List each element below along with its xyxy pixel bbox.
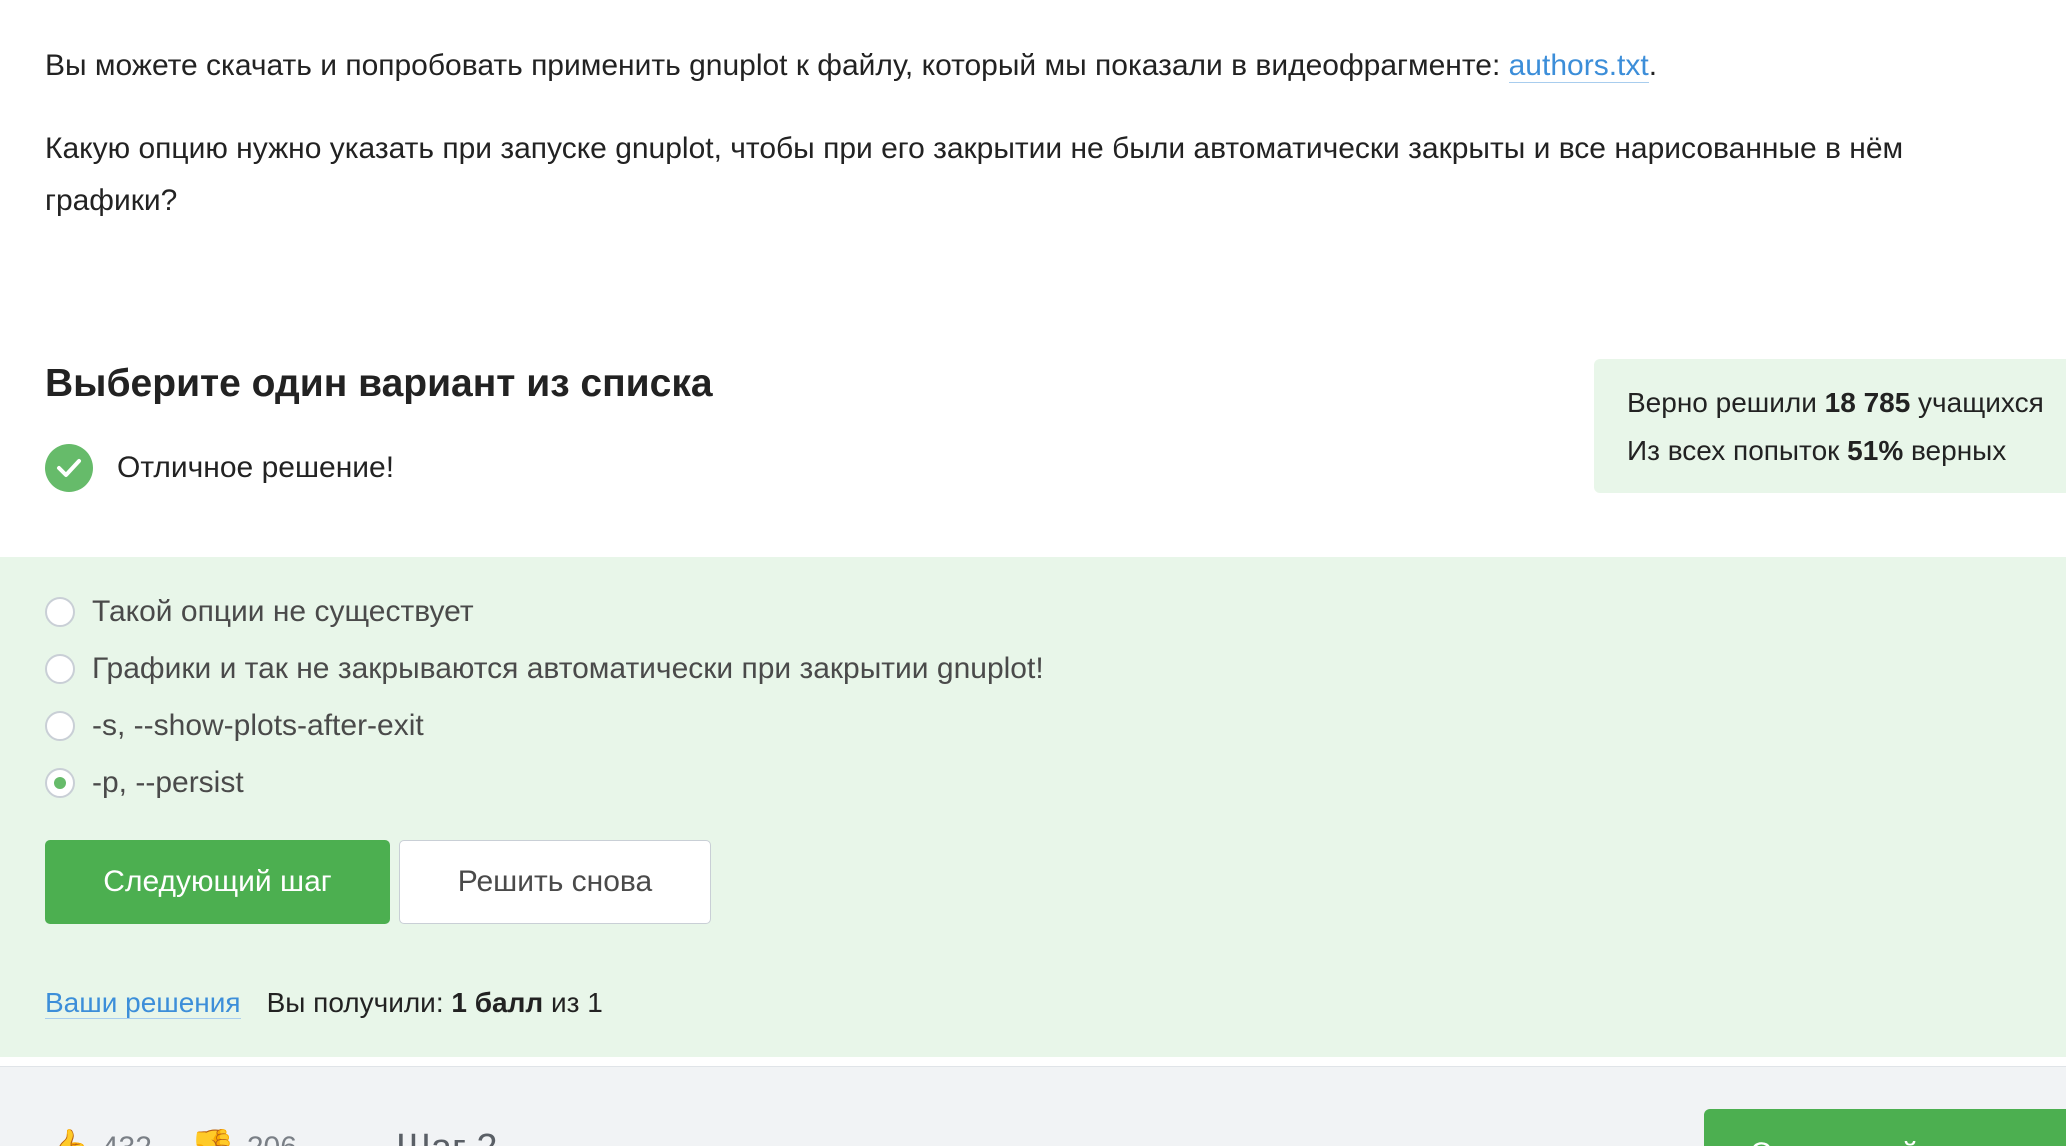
page: Вы можете скачать и попробовать применит… (0, 0, 2066, 1146)
question-line-2: графики? (45, 184, 178, 217)
file-link[interactable]: authors.txt (1508, 49, 1649, 83)
option-label: -p, --persist (92, 765, 244, 799)
option-label: -s, --show-plots-after-exit (92, 708, 424, 742)
score-line: Ваши решения Вы получили: 1 балл из 1 (45, 987, 603, 1019)
next-step-button[interactable]: Следующий шаг (45, 840, 390, 924)
options-list: Такой опции не существует Графики и так … (45, 583, 1044, 811)
radio-button[interactable] (45, 653, 75, 684)
stats-attempts-suffix: верных (1903, 435, 2007, 466)
thumbs-down-icon: 👎 (190, 1127, 235, 1146)
step-text: Вы можете скачать и попробовать применит… (45, 40, 2066, 227)
stats-attempts-prefix: Из всех попыток (1627, 435, 1848, 466)
stats-panel: Верно решили 18 785 учащихся Из всех поп… (1594, 359, 2066, 493)
radio-button[interactable] (45, 596, 75, 627)
dislike-count: 206 (247, 1131, 297, 1146)
score-suffix: из 1 (543, 987, 603, 1018)
score-value: 1 балл (451, 987, 544, 1018)
question-line-1: Какую опцию нужно указать при запуске gn… (45, 132, 1904, 165)
feedback-text: Отличное решение! (117, 451, 395, 484)
option-show-plots-after-exit[interactable]: -s, --show-plots-after-exit (45, 697, 1044, 754)
step-label: Шаг 2 (396, 1127, 498, 1146)
stats-solved: Верно решили 18 785 учащихся (1627, 379, 2066, 427)
radio-button-selected[interactable] (45, 767, 75, 798)
option-label: Графики и так не закрываются автоматичес… (92, 651, 1044, 685)
like-count: 432 (102, 1131, 152, 1146)
score-prefix: Вы получили: (266, 987, 452, 1018)
dislike-button[interactable]: 👎 206 (190, 1127, 297, 1146)
radio-button[interactable] (45, 710, 75, 741)
intro-text: Вы можете скачать и попробовать применит… (45, 49, 1509, 82)
check-circle-icon (45, 444, 93, 492)
question-paragraph: Какую опцию нужно указать при запуске gn… (45, 123, 2066, 227)
stats-solved-count: 18 785 (1824, 387, 1911, 418)
footer-next-step-button[interactable]: Следующий шаг (1704, 1109, 2066, 1146)
solve-again-button[interactable]: Решить снова (399, 840, 711, 924)
step-footer: 👍 432 👎 206 Шаг 2 Следующий шаг (0, 1066, 2066, 1146)
thumbs-up-icon: 👍 (45, 1127, 90, 1146)
stats-attempts-percent: 51% (1847, 435, 1904, 466)
footer-next-label: Следующий шаг (1750, 1137, 1978, 1146)
stats-attempts: Из всех попыток 51% верных (1627, 427, 2066, 475)
answer-area: Такой опции не существует Графики и так … (0, 557, 2066, 1057)
stats-solved-suffix: учащихся (1910, 387, 2044, 418)
like-button[interactable]: 👍 432 (45, 1127, 152, 1146)
your-solutions-link[interactable]: Ваши решения (45, 987, 241, 1019)
intro-paragraph: Вы можете скачать и попробовать применит… (45, 40, 2066, 92)
correct-feedback: Отличное решение! (45, 444, 394, 492)
intro-period: . (1648, 49, 1658, 82)
stats-solved-prefix: Верно решили (1627, 387, 1825, 418)
option-plots-not-closed[interactable]: Графики и так не закрываются автоматичес… (45, 640, 1044, 697)
quiz-heading: Выберите один вариант из списка (45, 362, 713, 405)
option-label: Такой опции не существует (92, 594, 474, 628)
option-persist[interactable]: -p, --persist (45, 754, 1044, 811)
option-no-such-option[interactable]: Такой опции не существует (45, 583, 1044, 640)
